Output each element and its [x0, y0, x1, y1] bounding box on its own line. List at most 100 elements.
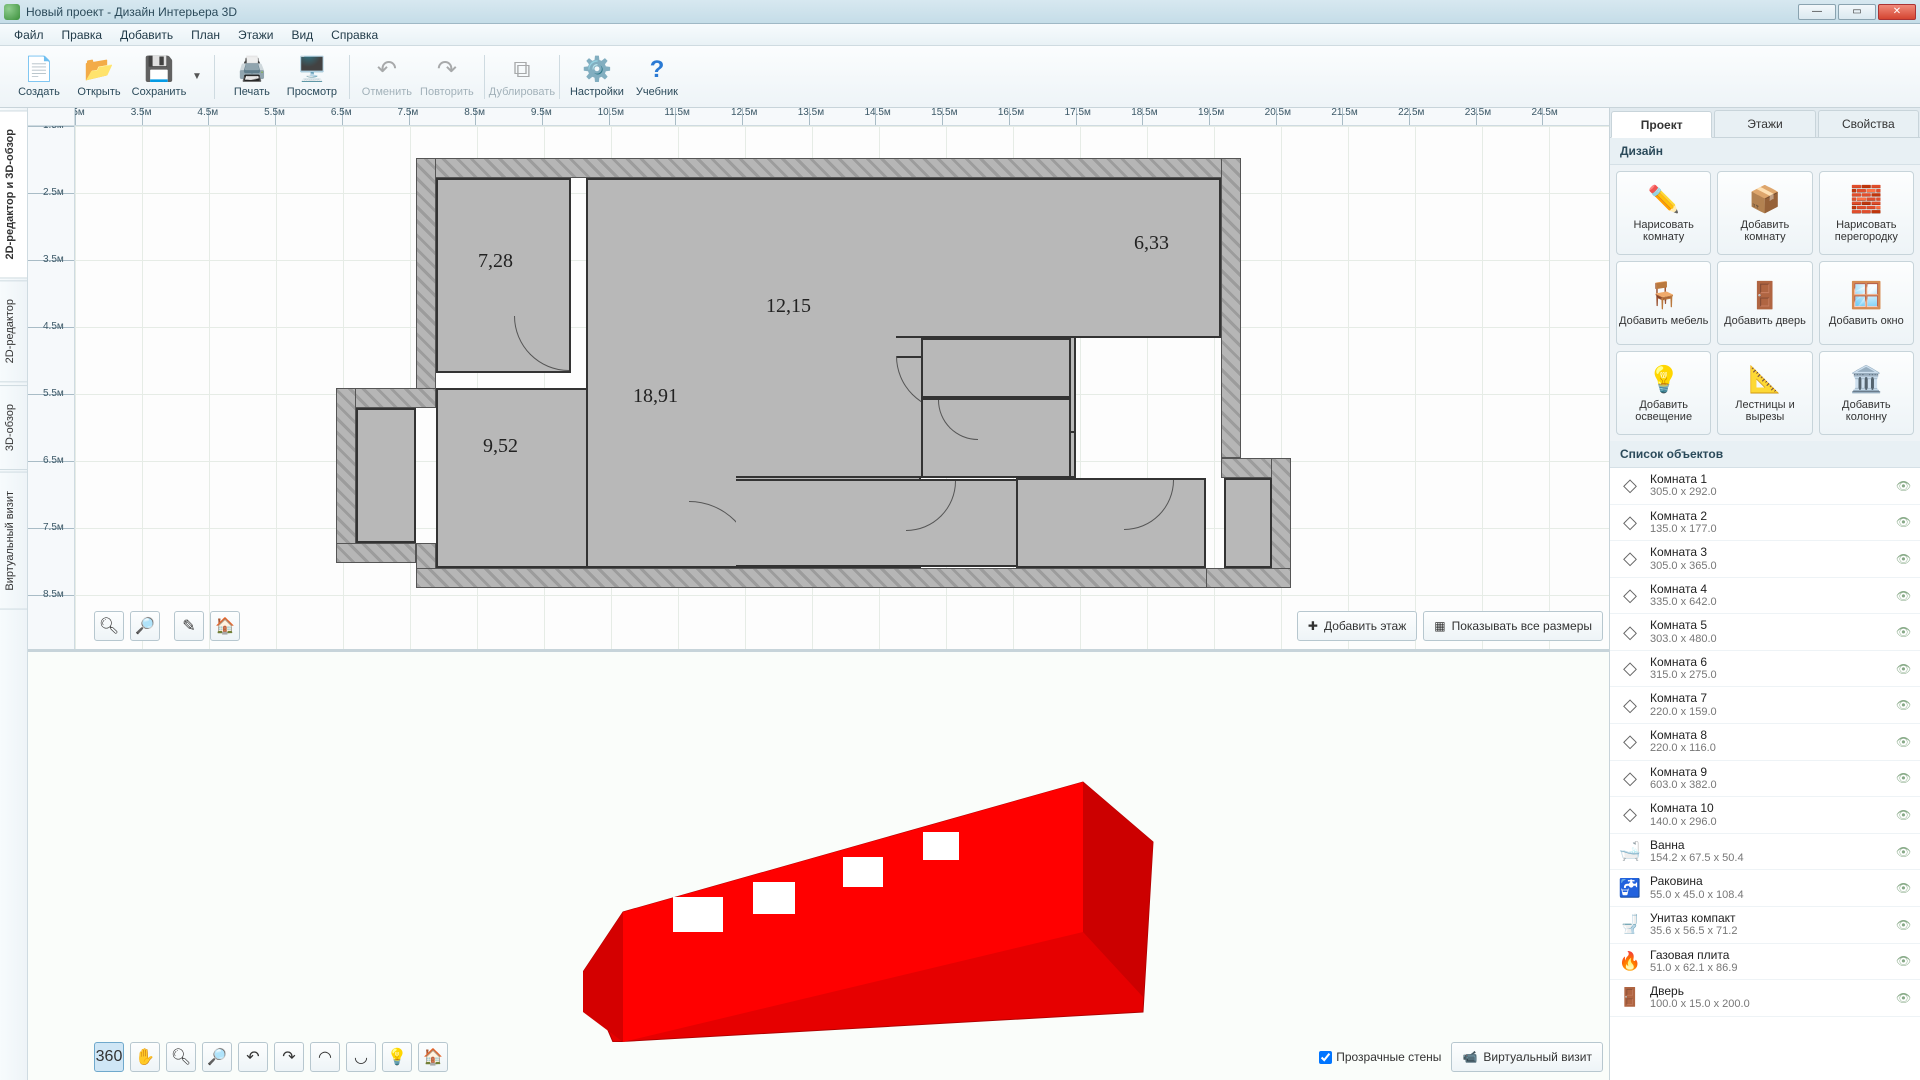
tool-undo[interactable]: ↶Отменить: [358, 49, 416, 105]
transparent-walls-check[interactable]: Прозрачные стены: [1319, 1050, 1441, 1064]
object-list-item[interactable]: 🛁Ванна154.2 x 67.5 x 50.4👁: [1610, 834, 1920, 871]
visibility-icon[interactable]: 👁: [1896, 625, 1912, 639]
tab-properties[interactable]: Свойства: [1818, 110, 1919, 137]
design-tool-button[interactable]: 💡Добавить освещение: [1616, 351, 1711, 435]
home-3d-button[interactable]: 🏠: [418, 1042, 448, 1072]
room-small-a[interactable]: [921, 338, 1071, 398]
save-dropdown[interactable]: ▼: [188, 71, 206, 82]
minimize-button[interactable]: —: [1798, 4, 1836, 20]
close-button[interactable]: ✕: [1878, 4, 1916, 20]
zoom-in-button[interactable]: 🔎: [130, 611, 160, 641]
design-tool-button[interactable]: 🪑Добавить мебель: [1616, 261, 1711, 345]
visibility-icon[interactable]: 👁: [1896, 954, 1912, 968]
tab-floors[interactable]: Этажи: [1714, 110, 1815, 137]
tab-2d3d[interactable]: 2D-редактор и 3D-обзор: [0, 110, 27, 278]
object-list-item[interactable]: ◇Комната 10140.0 x 296.0👁: [1610, 797, 1920, 834]
visibility-icon[interactable]: 👁: [1896, 515, 1912, 529]
virtual-visit-button[interactable]: 📹Виртуальный визит: [1451, 1042, 1603, 1072]
object-list-item[interactable]: ◇Комната 6315.0 x 275.0👁: [1610, 651, 1920, 688]
design-tool-button[interactable]: 🏛️Добавить колонну: [1819, 351, 1914, 435]
draw-tool-button[interactable]: ✎: [174, 611, 204, 641]
tab-virtual[interactable]: Виртуальный визит: [0, 472, 27, 610]
object-list-item[interactable]: ◇Комната 7220.0 x 159.0👁: [1610, 687, 1920, 724]
design-tool-button[interactable]: 🪟Добавить окно: [1819, 261, 1914, 345]
design-tool-button[interactable]: 📦Добавить комнату: [1717, 171, 1812, 255]
tool-save[interactable]: 💾Сохранить: [130, 49, 188, 105]
visibility-icon[interactable]: 👁: [1896, 589, 1912, 603]
object-icon: ◇: [1618, 803, 1642, 827]
design-tool-button[interactable]: 📐Лестницы и вырезы: [1717, 351, 1812, 435]
view-3d[interactable]: 360 ✋ 🔍︎ 🔎 ↶ ↷ ◠ ◡ 💡 🏠 Прозрачные стены …: [28, 652, 1609, 1080]
menu-view[interactable]: Вид: [283, 26, 321, 44]
rotate-right-button[interactable]: ↷: [274, 1042, 304, 1072]
tab-3d[interactable]: 3D-обзор: [0, 385, 27, 470]
object-name: Комната 4: [1650, 582, 1888, 596]
show-dimensions-button[interactable]: ▦Показывать все размеры: [1423, 611, 1603, 641]
tool-open[interactable]: 📂Открыть: [70, 49, 128, 105]
menu-plan[interactable]: План: [183, 26, 228, 44]
pan-button[interactable]: ✋: [130, 1042, 160, 1072]
room-7[interactable]: 6,33: [896, 178, 1221, 338]
design-tool-button[interactable]: 🧱Нарисовать перегородку: [1819, 171, 1914, 255]
tool-create[interactable]: 📄Создать: [10, 49, 68, 105]
object-list-item[interactable]: ◇Комната 3305.0 x 365.0👁: [1610, 541, 1920, 578]
object-list-item[interactable]: 🚽Унитаз компакт35.6 x 56.5 x 71.2👁: [1610, 907, 1920, 944]
object-list-item[interactable]: 🚰Раковина55.0 x 45.0 x 108.4👁: [1610, 870, 1920, 907]
transparent-checkbox[interactable]: [1319, 1051, 1332, 1064]
visibility-icon[interactable]: 👁: [1896, 552, 1912, 566]
tab-2d[interactable]: 2D-редактор: [0, 280, 27, 382]
maximize-button[interactable]: ▭: [1838, 4, 1876, 20]
object-list-item[interactable]: ◇Комната 5303.0 x 480.0👁: [1610, 614, 1920, 651]
room-small-b[interactable]: [921, 398, 1071, 478]
balcony-left[interactable]: [356, 408, 416, 543]
view-2d[interactable]: 2.5м3.5м4.5м5.5м6.5м7.5м8.5м9.5м10.5м11.…: [28, 108, 1609, 652]
object-list-item[interactable]: ◇Комната 2135.0 x 177.0👁: [1610, 505, 1920, 542]
zoom-in-3d-button[interactable]: 🔎: [202, 1042, 232, 1072]
menu-floors[interactable]: Этажи: [230, 26, 281, 44]
balcony-right[interactable]: [1224, 478, 1272, 568]
objects-list[interactable]: ◇Комната 1305.0 x 292.0👁◇Комната 2135.0 …: [1610, 468, 1920, 1080]
zoom-out-button[interactable]: 🔍︎: [94, 611, 124, 641]
tool-preview[interactable]: 🖥️Просмотр: [283, 49, 341, 105]
tool-label: Добавить освещение: [1619, 399, 1708, 423]
visibility-icon[interactable]: 👁: [1896, 808, 1912, 822]
object-list-item[interactable]: 🚪Дверь100.0 x 15.0 x 200.0👁: [1610, 980, 1920, 1017]
visibility-icon[interactable]: 👁: [1896, 662, 1912, 676]
menu-help[interactable]: Справка: [323, 26, 386, 44]
design-tool-button[interactable]: 🚪Добавить дверь: [1717, 261, 1812, 345]
tab-project[interactable]: Проект: [1611, 111, 1712, 138]
tool-duplicate[interactable]: ⧉Дублировать: [493, 49, 551, 105]
visibility-icon[interactable]: 👁: [1896, 479, 1912, 493]
tool-settings[interactable]: ⚙️Настройки: [568, 49, 626, 105]
tilt-down-button[interactable]: ◡: [346, 1042, 376, 1072]
tilt-up-button[interactable]: ◠: [310, 1042, 340, 1072]
menu-edit[interactable]: Правка: [54, 26, 111, 44]
room-entry[interactable]: [1016, 478, 1206, 568]
tool-redo[interactable]: ↷Повторить: [418, 49, 476, 105]
home-button[interactable]: 🏠: [210, 611, 240, 641]
light-button[interactable]: 💡: [382, 1042, 412, 1072]
visibility-icon[interactable]: 👁: [1896, 771, 1912, 785]
object-list-item[interactable]: ◇Комната 8220.0 x 116.0👁: [1610, 724, 1920, 761]
visibility-icon[interactable]: 👁: [1896, 881, 1912, 895]
object-list-item[interactable]: ◇Комната 1305.0 x 292.0👁: [1610, 468, 1920, 505]
menu-file[interactable]: Файл: [6, 26, 52, 44]
visibility-icon[interactable]: 👁: [1896, 735, 1912, 749]
object-list-item[interactable]: 🔥Газовая плита51.0 x 62.1 x 86.9👁: [1610, 944, 1920, 981]
visibility-icon[interactable]: 👁: [1896, 698, 1912, 712]
room-1[interactable]: 7,28: [436, 178, 571, 373]
tool-print[interactable]: 🖨️Печать: [223, 49, 281, 105]
menu-add[interactable]: Добавить: [112, 26, 181, 44]
visibility-icon[interactable]: 👁: [1896, 918, 1912, 932]
rotate-left-button[interactable]: ↶: [238, 1042, 268, 1072]
orbit-button[interactable]: 360: [94, 1042, 124, 1072]
tool-tutorial[interactable]: ?Учебник: [628, 49, 686, 105]
design-tool-button[interactable]: ✏️Нарисовать комнату: [1616, 171, 1711, 255]
object-list-item[interactable]: ◇Комната 4335.0 x 642.0👁: [1610, 578, 1920, 615]
visibility-icon[interactable]: 👁: [1896, 845, 1912, 859]
add-floor-button[interactable]: ✚Добавить этаж: [1297, 611, 1417, 641]
visibility-icon[interactable]: 👁: [1896, 991, 1912, 1005]
zoom-out-3d-button[interactable]: 🔍︎: [166, 1042, 196, 1072]
object-list-item[interactable]: ◇Комната 9603.0 x 382.0👁: [1610, 761, 1920, 798]
floor-plan: 7,28 9,52 18,91 12,15: [336, 158, 1258, 588]
